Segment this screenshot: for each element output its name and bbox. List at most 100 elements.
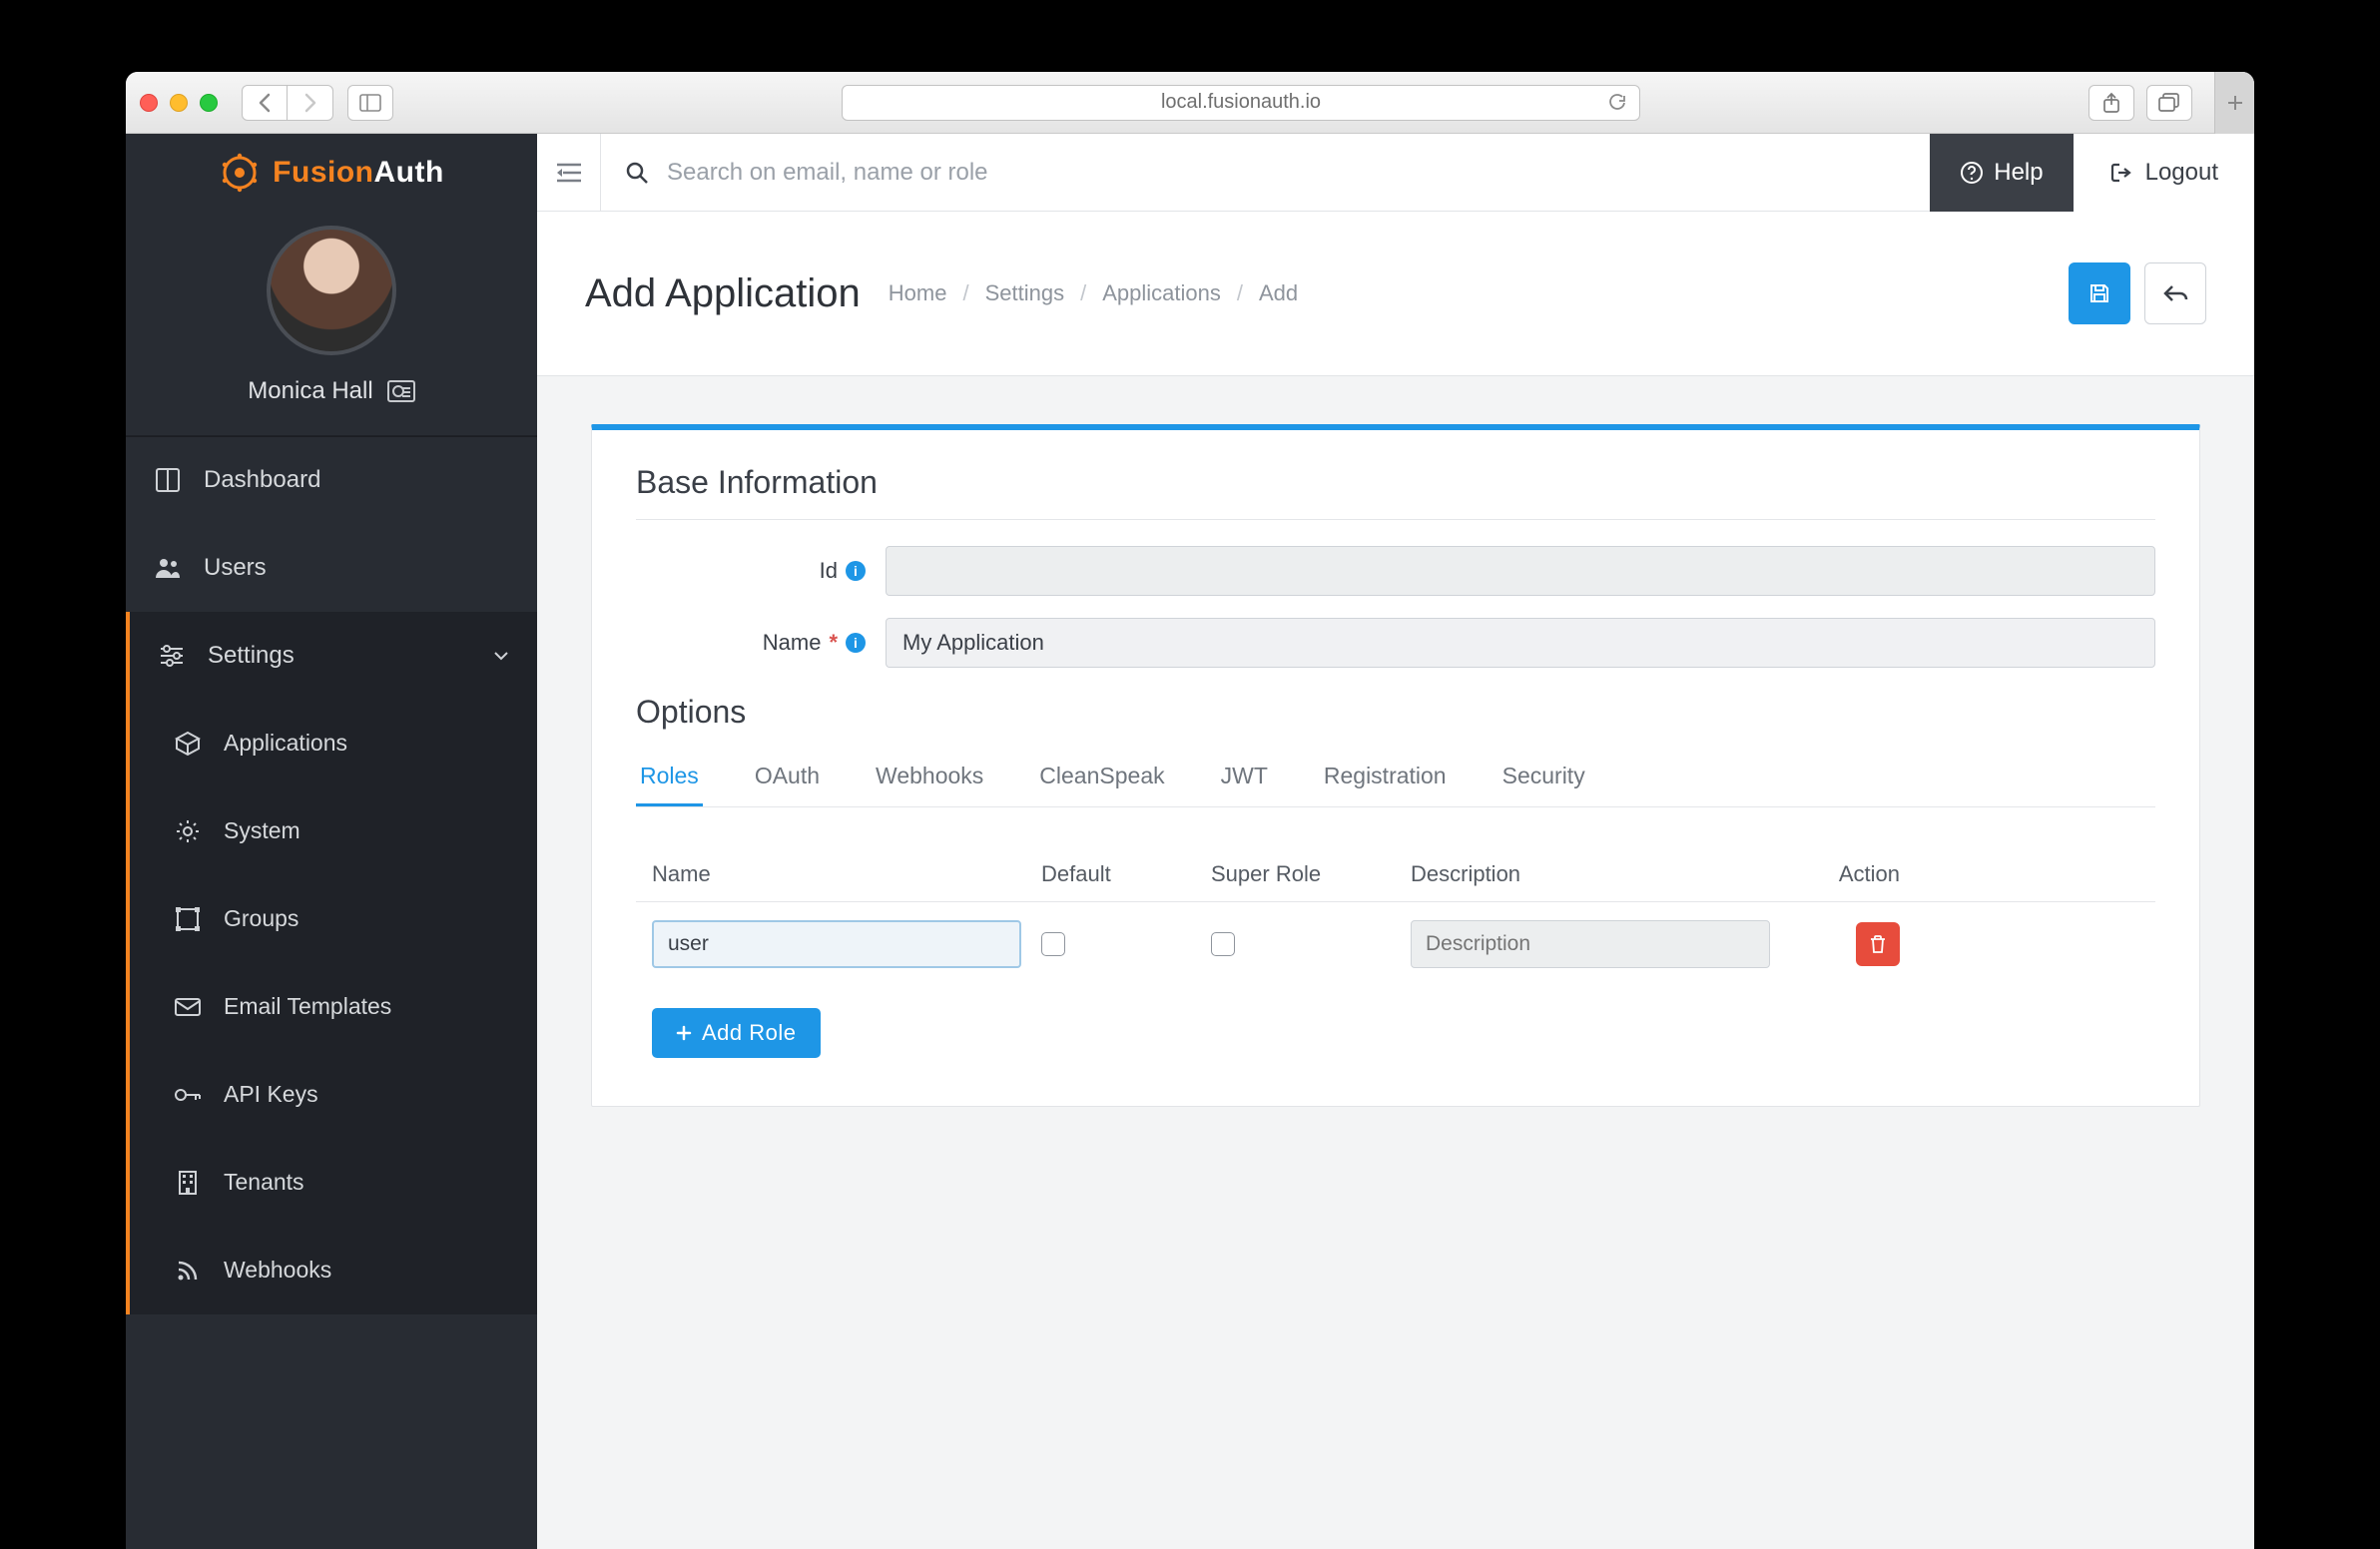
sidebar-item-label: Users: [204, 554, 267, 582]
avatar[interactable]: [267, 226, 396, 355]
user-name: Monica Hall: [248, 377, 372, 405]
search-wrap: [601, 159, 1930, 187]
tab-webhooks[interactable]: Webhooks: [872, 749, 987, 806]
tab-jwt[interactable]: JWT: [1217, 749, 1272, 806]
sidebar-item-email-templates[interactable]: Email Templates: [130, 963, 537, 1051]
share-button[interactable]: [2088, 85, 2134, 121]
search-icon: [625, 161, 649, 185]
search-input[interactable]: [667, 159, 1906, 187]
logo-text: FusionAuth: [273, 156, 444, 190]
envelope-icon: [174, 993, 202, 1021]
role-default-checkbox[interactable]: [1041, 932, 1065, 956]
minimize-window-icon[interactable]: [170, 94, 188, 112]
sidebar-item-system[interactable]: System: [130, 787, 537, 875]
group-icon: [174, 905, 202, 933]
browser-nav-buttons: [242, 85, 333, 121]
col-action: Action: [1790, 861, 1900, 887]
info-icon[interactable]: i: [846, 633, 866, 653]
rss-icon: [174, 1257, 202, 1285]
name-field[interactable]: [886, 618, 2155, 668]
sidebar-item-label: System: [224, 817, 300, 844]
role-desc-input[interactable]: [1411, 920, 1770, 968]
help-button[interactable]: Help: [1930, 134, 2073, 212]
dashboard-icon: [154, 466, 182, 494]
chevron-down-icon: [493, 651, 509, 661]
safari-window: local.fusionauth.io FusionAuth: [126, 72, 2254, 1549]
vcard-icon[interactable]: [387, 380, 415, 402]
sidebar-item-webhooks[interactable]: Webhooks: [130, 1227, 537, 1314]
browser-titlebar: local.fusionauth.io: [126, 72, 2254, 134]
key-icon: [174, 1081, 202, 1109]
window-controls: [140, 94, 218, 112]
maximize-window-icon[interactable]: [200, 94, 218, 112]
sliders-icon: [158, 642, 186, 670]
role-super-checkbox[interactable]: [1211, 932, 1235, 956]
address-bar[interactable]: local.fusionauth.io: [842, 85, 1640, 121]
save-button[interactable]: [2069, 262, 2130, 324]
sidebar-item-label: Groups: [224, 905, 298, 932]
form-row-id: Id i: [636, 546, 2155, 596]
tab-cleanspeak[interactable]: CleanSpeak: [1035, 749, 1168, 806]
form-label-name: Name* i: [636, 630, 886, 656]
breadcrumb-item[interactable]: Settings: [985, 280, 1065, 306]
section-title-options: Options: [636, 694, 2155, 731]
users-icon: [154, 554, 182, 582]
roles-table: Name Default Super Role Description Acti…: [636, 847, 2155, 986]
logout-icon: [2109, 161, 2133, 185]
tabs: Roles OAuth Webhooks CleanSpeak JWT Regi…: [636, 749, 2155, 807]
breadcrumb-item: Add: [1259, 280, 1298, 306]
panel: Base Information Id i Name* i: [591, 424, 2200, 1107]
sidebar-item-label: Applications: [224, 730, 347, 757]
sidebar-toggle-button[interactable]: [347, 85, 393, 121]
sidebar-item-groups[interactable]: Groups: [130, 875, 537, 963]
tab-security[interactable]: Security: [1498, 749, 1589, 806]
page-header: Add Application Home/ Settings/ Applicat…: [537, 212, 2254, 376]
id-field[interactable]: [886, 546, 2155, 596]
tab-roles[interactable]: Roles: [636, 749, 703, 806]
role-name-input[interactable]: [652, 920, 1021, 968]
sidebar-item-settings[interactable]: Settings: [130, 612, 537, 700]
sidebar-item-applications[interactable]: Applications: [130, 700, 537, 787]
sidebar-item-label: API Keys: [224, 1081, 318, 1108]
col-desc: Description: [1411, 861, 1790, 887]
sidebar-item-dashboard[interactable]: Dashboard: [126, 436, 537, 524]
app-root: FusionAuth Monica Hall Dashboard Users: [126, 134, 2254, 1549]
brand-logo[interactable]: FusionAuth: [126, 134, 537, 212]
table-row: [636, 902, 2155, 986]
logout-label: Logout: [2145, 159, 2218, 187]
sidebar-item-api-keys[interactable]: API Keys: [130, 1051, 537, 1139]
breadcrumb: Home/ Settings/ Applications/ Add: [889, 280, 1298, 306]
tab-registration[interactable]: Registration: [1320, 749, 1451, 806]
sidebar: FusionAuth Monica Hall Dashboard Users: [126, 134, 537, 1549]
info-icon[interactable]: i: [846, 561, 866, 581]
forward-button[interactable]: [288, 85, 333, 121]
back-button[interactable]: [242, 85, 288, 121]
logout-button[interactable]: Logout: [2074, 134, 2254, 212]
collapse-sidebar-button[interactable]: [537, 134, 601, 212]
plus-icon: [676, 1025, 692, 1041]
sidebar-item-users[interactable]: Users: [126, 524, 537, 612]
new-tab-button[interactable]: [2214, 72, 2254, 134]
sidebar-item-label: Dashboard: [204, 466, 320, 494]
breadcrumb-item[interactable]: Applications: [1102, 280, 1221, 306]
col-default: Default: [1041, 861, 1211, 887]
building-icon: [174, 1169, 202, 1197]
sidebar-settings-group: Settings Applications System: [126, 612, 537, 1314]
close-window-icon[interactable]: [140, 94, 158, 112]
breadcrumb-item[interactable]: Home: [889, 280, 947, 306]
sidebar-item-label: Settings: [208, 642, 295, 670]
browser-right-controls: [2088, 85, 2192, 121]
add-role-button[interactable]: Add Role: [652, 1008, 821, 1058]
sidebar-item-tenants[interactable]: Tenants: [130, 1139, 537, 1227]
tab-oauth[interactable]: OAuth: [751, 749, 824, 806]
back-button-page[interactable]: [2144, 262, 2206, 324]
delete-role-button[interactable]: [1856, 922, 1900, 966]
content: Base Information Id i Name* i: [537, 376, 2254, 1155]
reload-icon[interactable]: [1607, 93, 1627, 113]
cube-icon: [174, 730, 202, 758]
roles-table-header: Name Default Super Role Description Acti…: [636, 847, 2155, 902]
page-title: Add Application: [585, 271, 861, 316]
tabs-button[interactable]: [2146, 85, 2192, 121]
add-role-label: Add Role: [702, 1020, 797, 1046]
form-row-name: Name* i: [636, 618, 2155, 668]
